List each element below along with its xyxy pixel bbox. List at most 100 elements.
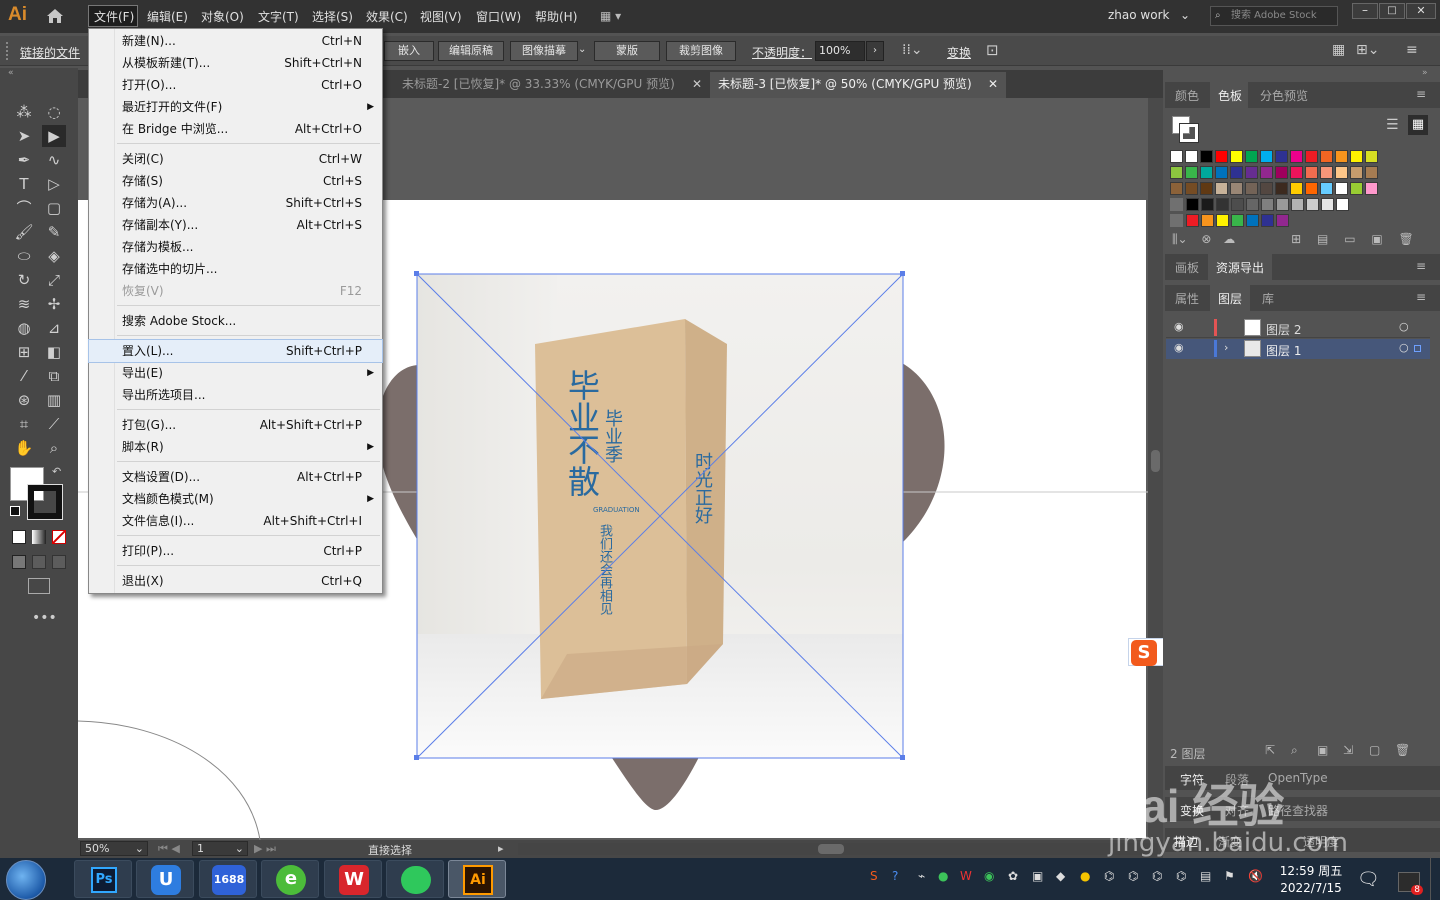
blend-tool-icon[interactable]: ⧉	[42, 365, 66, 387]
next-page-icon[interactable]: ▶ ⏭	[254, 842, 276, 856]
chevron-down-icon[interactable]: ⌄	[1180, 8, 1190, 22]
eye-icon[interactable]: ◉	[1174, 341, 1184, 354]
close-button[interactable]: ✕	[1406, 3, 1436, 19]
menu-view[interactable]: 视图(V)	[420, 8, 462, 25]
menu-window[interactable]: 窗口(W)	[476, 8, 521, 25]
scrollbar-thumb[interactable]	[1151, 450, 1160, 472]
color-swatch[interactable]	[1365, 182, 1378, 195]
zoom-select[interactable]: 50% ⌄	[80, 841, 148, 856]
color-swatch[interactable]	[1245, 150, 1258, 163]
target-icon[interactable]: ○	[1399, 320, 1409, 333]
maximize-button[interactable]: □	[1379, 3, 1405, 19]
color-swatch[interactable]	[1246, 214, 1259, 227]
menu-type[interactable]: 文字(T)	[258, 8, 299, 25]
color-swatch[interactable]	[1216, 198, 1229, 211]
tray-icon[interactable]: W	[960, 869, 972, 883]
menu-object[interactable]: 对象(O)	[201, 8, 244, 25]
menu-effect[interactable]: 效果(C)	[366, 8, 408, 25]
color-swatch[interactable]	[1186, 214, 1199, 227]
linked-file-label[interactable]: 链接的文件	[20, 44, 80, 61]
tab-artboards[interactable]: 画板	[1175, 259, 1199, 276]
color-swatch[interactable]	[1290, 150, 1303, 163]
taskbar-1688[interactable]: 1688	[199, 860, 257, 898]
selection-tool-icon[interactable]: ➤	[12, 125, 36, 147]
color-swatch[interactable]	[1350, 166, 1363, 179]
new-sublayer-icon[interactable]: ⇲	[1343, 743, 1353, 757]
isolate-icon[interactable]: ⊡	[986, 41, 999, 59]
tray-icon[interactable]: ◉	[984, 869, 994, 883]
file-menu-item[interactable]: 存储选中的切片...	[89, 258, 382, 280]
tab-separations[interactable]: 分色预览	[1260, 87, 1308, 104]
draw-behind-icon[interactable]	[32, 555, 46, 569]
tray-icon[interactable]: ✿	[1008, 869, 1018, 883]
ellipse-tool-icon[interactable]: ⬭	[12, 245, 36, 267]
color-swatch[interactable]	[1305, 182, 1318, 195]
taskbar-browser[interactable]: e	[261, 860, 319, 898]
color-swatch[interactable]	[1170, 182, 1183, 195]
color-swatch[interactable]	[1215, 150, 1228, 163]
shape-builder-icon[interactable]: ◍	[12, 317, 36, 339]
cloud-icon[interactable]: ☁	[1223, 232, 1235, 246]
tray-icon[interactable]: ⌁	[918, 869, 925, 883]
tray-icon[interactable]: ⌬	[1176, 869, 1186, 883]
file-menu-item[interactable]: 打印(P)... Ctrl+P	[89, 540, 382, 562]
color-swatch[interactable]	[1185, 166, 1198, 179]
gradient-mode-icon[interactable]	[32, 530, 46, 544]
image-trace-button[interactable]: 图像描摹	[510, 41, 578, 61]
taskbar-illustrator[interactable]: Ai	[448, 860, 506, 898]
swatch-folder-icon[interactable]	[1170, 214, 1183, 227]
eye-icon[interactable]: ◉	[1174, 320, 1184, 333]
color-swatch[interactable]	[1230, 150, 1243, 163]
color-mode-icon[interactable]	[12, 530, 26, 544]
color-swatch[interactable]	[1365, 150, 1378, 163]
file-menu-item[interactable]: 置入(L)... Shift+Ctrl+P	[88, 339, 383, 363]
color-swatch[interactable]	[1260, 166, 1273, 179]
doc-tab-2[interactable]: 未标题-2 [已恢复]* @ 33.33% (CMYK/GPU 预览) ✕	[392, 72, 710, 98]
file-menu-item[interactable]: 退出(X) Ctrl+Q	[89, 570, 382, 592]
file-menu-item[interactable]: 打包(G)... Alt+Shift+Ctrl+P	[89, 414, 382, 436]
blob-brush-icon[interactable]: ✎	[42, 221, 66, 243]
file-menu-item[interactable]: 导出所选项目...	[89, 384, 382, 406]
status-menu-icon[interactable]: ▸	[498, 842, 504, 855]
hand-tool-icon[interactable]: ✋	[12, 437, 36, 459]
color-swatch[interactable]	[1305, 150, 1318, 163]
doc-tab-3[interactable]: 未标题-3 [已恢复]* @ 50% (CMYK/GPU 预览) ✕	[710, 72, 1006, 98]
color-swatch[interactable]	[1260, 182, 1273, 195]
tab-color[interactable]: 颜色	[1175, 87, 1199, 104]
opacity-input[interactable]: 100%	[815, 41, 865, 61]
color-swatch[interactable]	[1276, 214, 1289, 227]
color-swatch[interactable]	[1276, 198, 1289, 211]
new-layer-icon[interactable]: ▢	[1369, 743, 1380, 757]
file-menu-item[interactable]: 文档设置(D)... Alt+Ctrl+P	[89, 466, 382, 488]
first-page-icon[interactable]: ⏮ ◀	[158, 842, 180, 856]
arrange-icon[interactable]: ▦	[1332, 42, 1345, 58]
color-swatch[interactable]	[1320, 150, 1333, 163]
stroke-swatch[interactable]	[27, 484, 63, 520]
tray-icon[interactable]: ⌬	[1104, 869, 1114, 883]
color-swatch[interactable]	[1275, 150, 1288, 163]
color-swatch[interactable]	[1261, 214, 1274, 227]
artboard-tool-icon[interactable]: ⌗	[12, 413, 36, 435]
color-swatch[interactable]	[1216, 214, 1229, 227]
panel-menu-icon[interactable]: ≡	[1406, 42, 1418, 58]
swatch-group-icon[interactable]: ⊞	[1291, 232, 1301, 246]
warp-tool-icon[interactable]: ≋	[12, 293, 36, 315]
scrollbar-thumb[interactable]	[818, 844, 844, 854]
file-menu-item[interactable]: 打开(O)... Ctrl+O	[89, 74, 382, 96]
file-menu-item[interactable]: 搜索 Adobe Stock...	[89, 310, 382, 332]
edit-original-button[interactable]: 编辑原稿	[438, 41, 504, 61]
color-swatch[interactable]	[1246, 198, 1259, 211]
color-swatch[interactable]	[1231, 214, 1244, 227]
lasso-icon[interactable]: ◌	[42, 101, 66, 123]
layer-name[interactable]: 图层 2	[1266, 321, 1301, 338]
tray-icon[interactable]: ◆	[1056, 869, 1065, 883]
panel-expand-icon[interactable]: »	[1422, 68, 1428, 78]
perspective-grid-icon[interactable]: ⊿	[42, 317, 66, 339]
taskbar-wechat[interactable]	[386, 860, 444, 898]
file-menu-item[interactable]: 存储(S) Ctrl+S	[89, 170, 382, 192]
selection-bounding-box[interactable]	[414, 271, 906, 761]
notification-icon[interactable]: 🗨	[1357, 869, 1380, 890]
close-icon[interactable]: ✕	[692, 72, 702, 96]
toolbox-collapse-icon[interactable]: «	[8, 68, 14, 78]
swatch-grid[interactable]	[1170, 150, 1420, 227]
